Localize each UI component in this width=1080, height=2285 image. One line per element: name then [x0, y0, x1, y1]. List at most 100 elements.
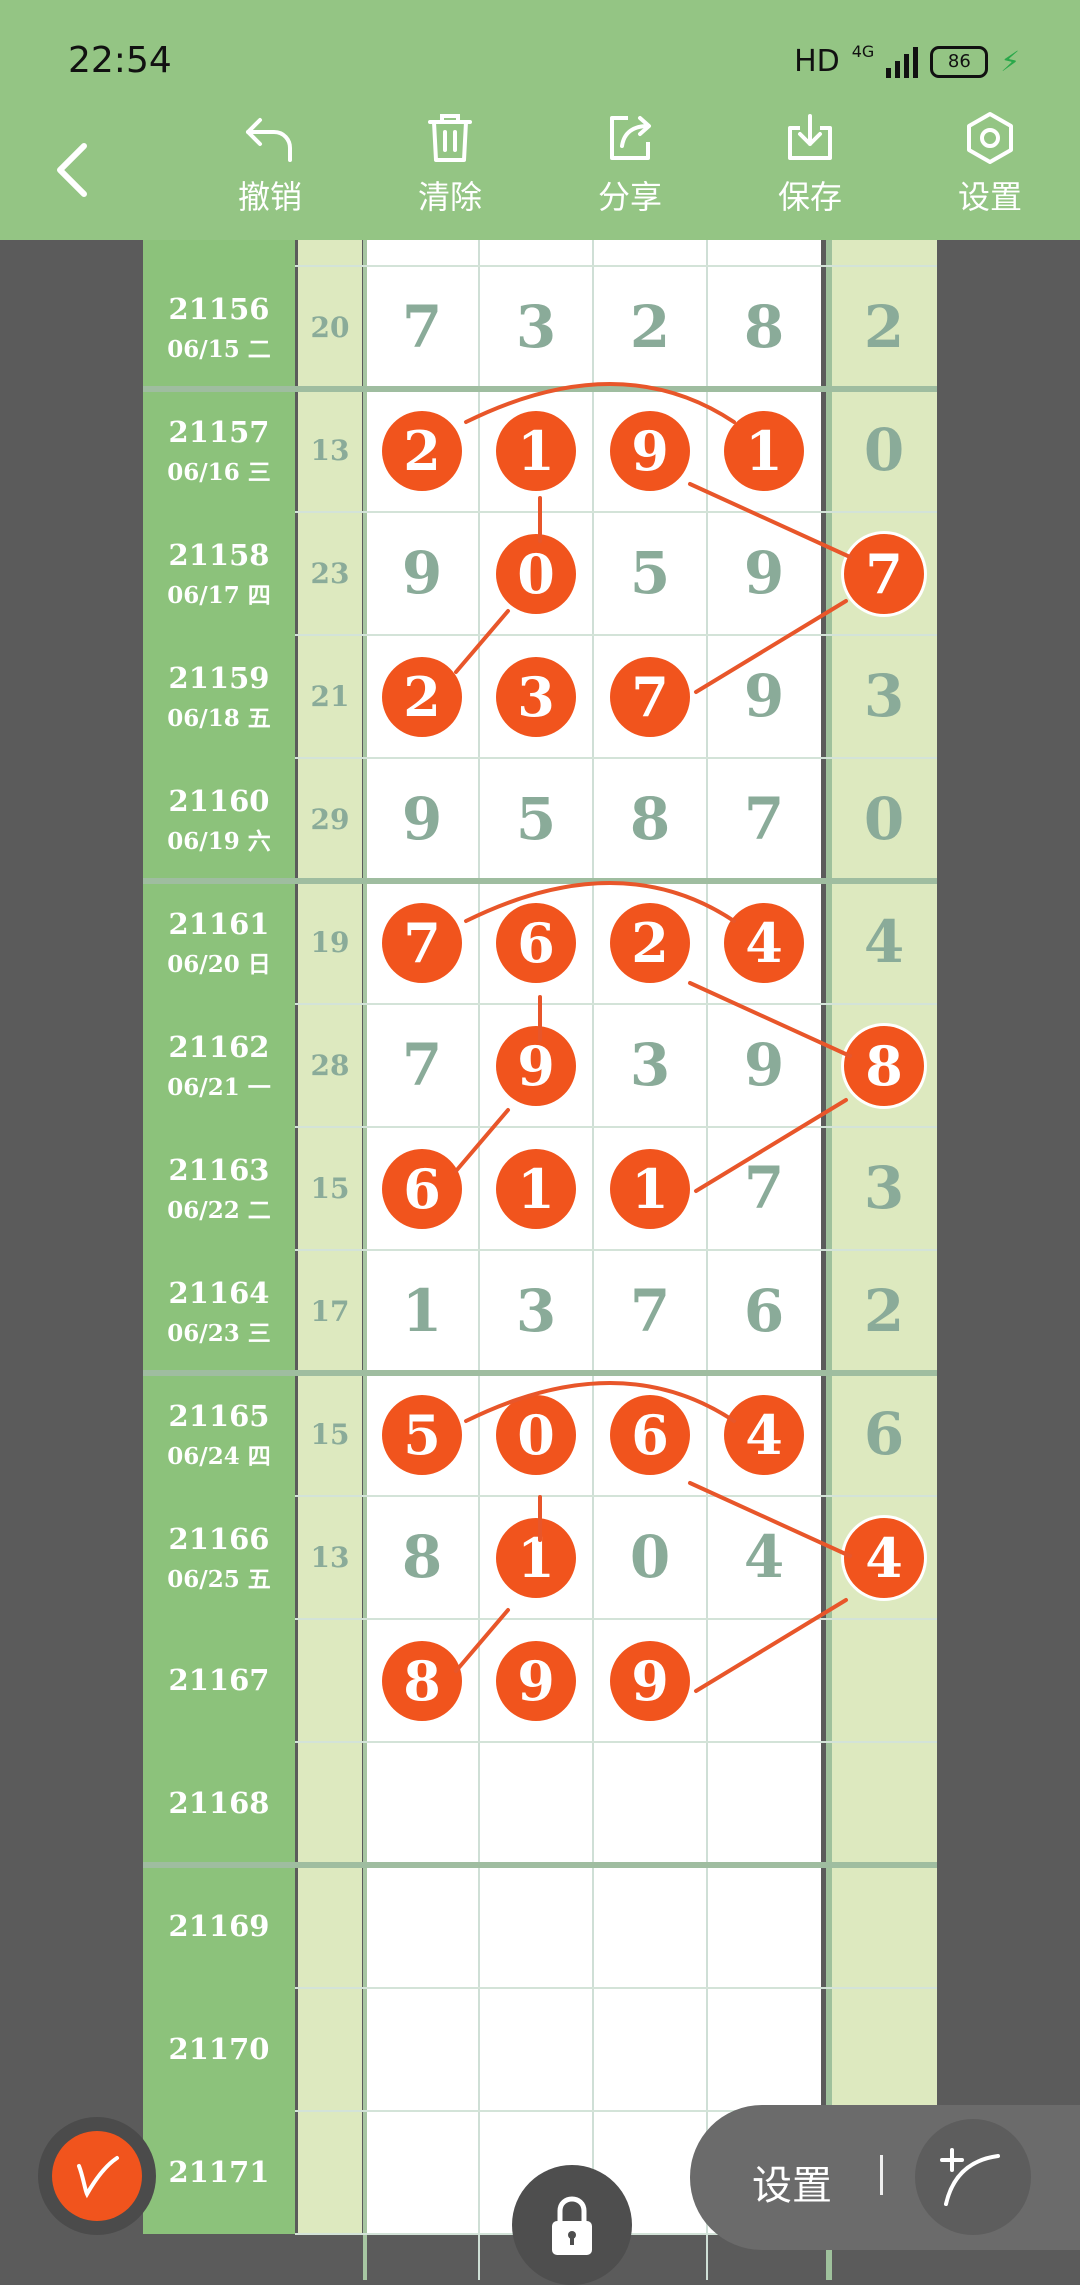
digit-cell[interactable]: [593, 1865, 707, 1988]
digit-cell[interactable]: 0: [479, 1373, 593, 1496]
digit-cell[interactable]: 4: [707, 1496, 821, 1619]
digit-cell[interactable]: [707, 1988, 821, 2111]
digit-cell[interactable]: 9: [365, 758, 479, 881]
digit-cell[interactable]: 1: [365, 1250, 479, 1373]
digit-cell[interactable]: [593, 240, 707, 266]
digit-cell[interactable]: [707, 240, 821, 266]
digit-cell[interactable]: [479, 1988, 593, 2111]
digit-cell[interactable]: 2: [365, 635, 479, 758]
digit-cell[interactable]: 3: [479, 266, 593, 389]
tail-cell[interactable]: 3: [831, 635, 937, 758]
digit-cell[interactable]: [707, 1742, 821, 1865]
tail-cell[interactable]: 7: [831, 512, 937, 635]
digit-cell[interactable]: 8: [365, 1619, 479, 1742]
tail-cell[interactable]: 4: [831, 881, 937, 1004]
digit-cell[interactable]: 9: [479, 1004, 593, 1127]
digit-cell[interactable]: 6: [365, 1127, 479, 1250]
digit-cell[interactable]: 5: [479, 758, 593, 881]
tail-cell[interactable]: 6: [831, 1373, 937, 1496]
digit-cell[interactable]: 3: [479, 635, 593, 758]
digit-cell[interactable]: 1: [479, 1496, 593, 1619]
digit-cell[interactable]: 7: [365, 266, 479, 389]
tail-cell[interactable]: [831, 1988, 937, 2111]
highlighted-digit: 4: [724, 902, 804, 983]
digit-cell[interactable]: 9: [593, 1619, 707, 1742]
tail-cell[interactable]: [831, 1865, 937, 1988]
panel-settings-button[interactable]: 设置: [752, 2153, 832, 2211]
tail-cell[interactable]: 8: [831, 1004, 937, 1127]
draw-grid[interactable]: 21156 06/15 二 20 7 3 2 8 2 21157 06/16 三 13 2 1 9 1 0 21…: [143, 240, 937, 2280]
digit-cell[interactable]: 0: [593, 1496, 707, 1619]
digit-cell[interactable]: [365, 240, 479, 266]
digit-cell[interactable]: 5: [365, 1373, 479, 1496]
digit-cell[interactable]: 8: [365, 1496, 479, 1619]
digit-cell[interactable]: [593, 1742, 707, 1865]
digit-cell[interactable]: 7: [593, 635, 707, 758]
digit-cell[interactable]: 4: [707, 1373, 821, 1496]
share-label: 分享: [597, 178, 662, 216]
tail-cell[interactable]: [831, 1619, 937, 1742]
digit-cell[interactable]: 2: [593, 266, 707, 389]
digit-cell[interactable]: 0: [479, 512, 593, 635]
digit-cell[interactable]: [365, 1988, 479, 2111]
tail-cell[interactable]: 2: [831, 1250, 937, 1373]
clear-button[interactable]: 清除: [390, 110, 510, 218]
digit-cell[interactable]: 7: [707, 758, 821, 881]
digit-cell[interactable]: [479, 240, 593, 266]
settings-button[interactable]: 设置: [930, 110, 1050, 218]
digit-cell[interactable]: [479, 1865, 593, 1988]
save-button[interactable]: 保存: [750, 110, 870, 218]
digit-cell[interactable]: 9: [707, 512, 821, 635]
digit-cell[interactable]: 6: [593, 1373, 707, 1496]
digit-cell[interactable]: 1: [707, 389, 821, 512]
period-cell: 21156 06/15 二: [143, 266, 295, 389]
digit-cell[interactable]: [365, 1742, 479, 1865]
panel-divider: [880, 2155, 883, 2195]
tail-cell[interactable]: 4: [831, 1496, 937, 1619]
back-button[interactable]: [52, 140, 92, 200]
period-cell: 21160 06/19 六: [143, 758, 295, 881]
add-curve-button[interactable]: [915, 2119, 1031, 2235]
tail-cell[interactable]: [831, 240, 937, 266]
tail-cell[interactable]: [831, 1742, 937, 1865]
digit-cell[interactable]: 4: [707, 881, 821, 1004]
digit-cell[interactable]: 6: [707, 1250, 821, 1373]
digit-cell[interactable]: 1: [479, 389, 593, 512]
sum-cell: 21: [298, 635, 362, 758]
lock-button[interactable]: [512, 2165, 632, 2285]
digit-cell[interactable]: [479, 1742, 593, 1865]
digit-cell[interactable]: 9: [593, 389, 707, 512]
digit-cell[interactable]: 8: [707, 266, 821, 389]
digit-cell[interactable]: 2: [593, 881, 707, 1004]
digit-cell[interactable]: 2: [365, 389, 479, 512]
digit-cell[interactable]: 3: [593, 1004, 707, 1127]
pen-tool-button[interactable]: [38, 2117, 156, 2235]
share-button[interactable]: 分享: [570, 110, 690, 218]
digit-cell[interactable]: 8: [593, 758, 707, 881]
digit-cell[interactable]: [365, 2111, 479, 2234]
digit-cell[interactable]: [593, 1988, 707, 2111]
digit-cell[interactable]: 7: [365, 1004, 479, 1127]
digit-cell[interactable]: 7: [365, 881, 479, 1004]
digit-cell[interactable]: 9: [707, 1004, 821, 1127]
digit-cell[interactable]: 9: [707, 635, 821, 758]
digit-cell[interactable]: 3: [479, 1250, 593, 1373]
digit-cell[interactable]: 7: [593, 1250, 707, 1373]
digit-cell[interactable]: [707, 1865, 821, 1988]
table-row: 21160 06/19 六 29 9 5 8 7 0: [143, 758, 937, 881]
tail-cell[interactable]: 3: [831, 1127, 937, 1250]
undo-button[interactable]: 撤销: [210, 110, 330, 218]
digit-cell[interactable]: 9: [479, 1619, 593, 1742]
digit-cell[interactable]: 9: [365, 512, 479, 635]
tail-cell[interactable]: 0: [831, 389, 937, 512]
digit-cell[interactable]: 6: [479, 881, 593, 1004]
digit-cell[interactable]: 1: [479, 1127, 593, 1250]
digit-cell[interactable]: [707, 1619, 821, 1742]
digit-cell[interactable]: [365, 1865, 479, 1988]
tail-cell[interactable]: 2: [831, 266, 937, 389]
tail-cell[interactable]: 0: [831, 758, 937, 881]
digit-cell[interactable]: 5: [593, 512, 707, 635]
sum-cell: 15: [298, 1373, 362, 1496]
digit-cell[interactable]: 7: [707, 1127, 821, 1250]
digit-cell[interactable]: 1: [593, 1127, 707, 1250]
